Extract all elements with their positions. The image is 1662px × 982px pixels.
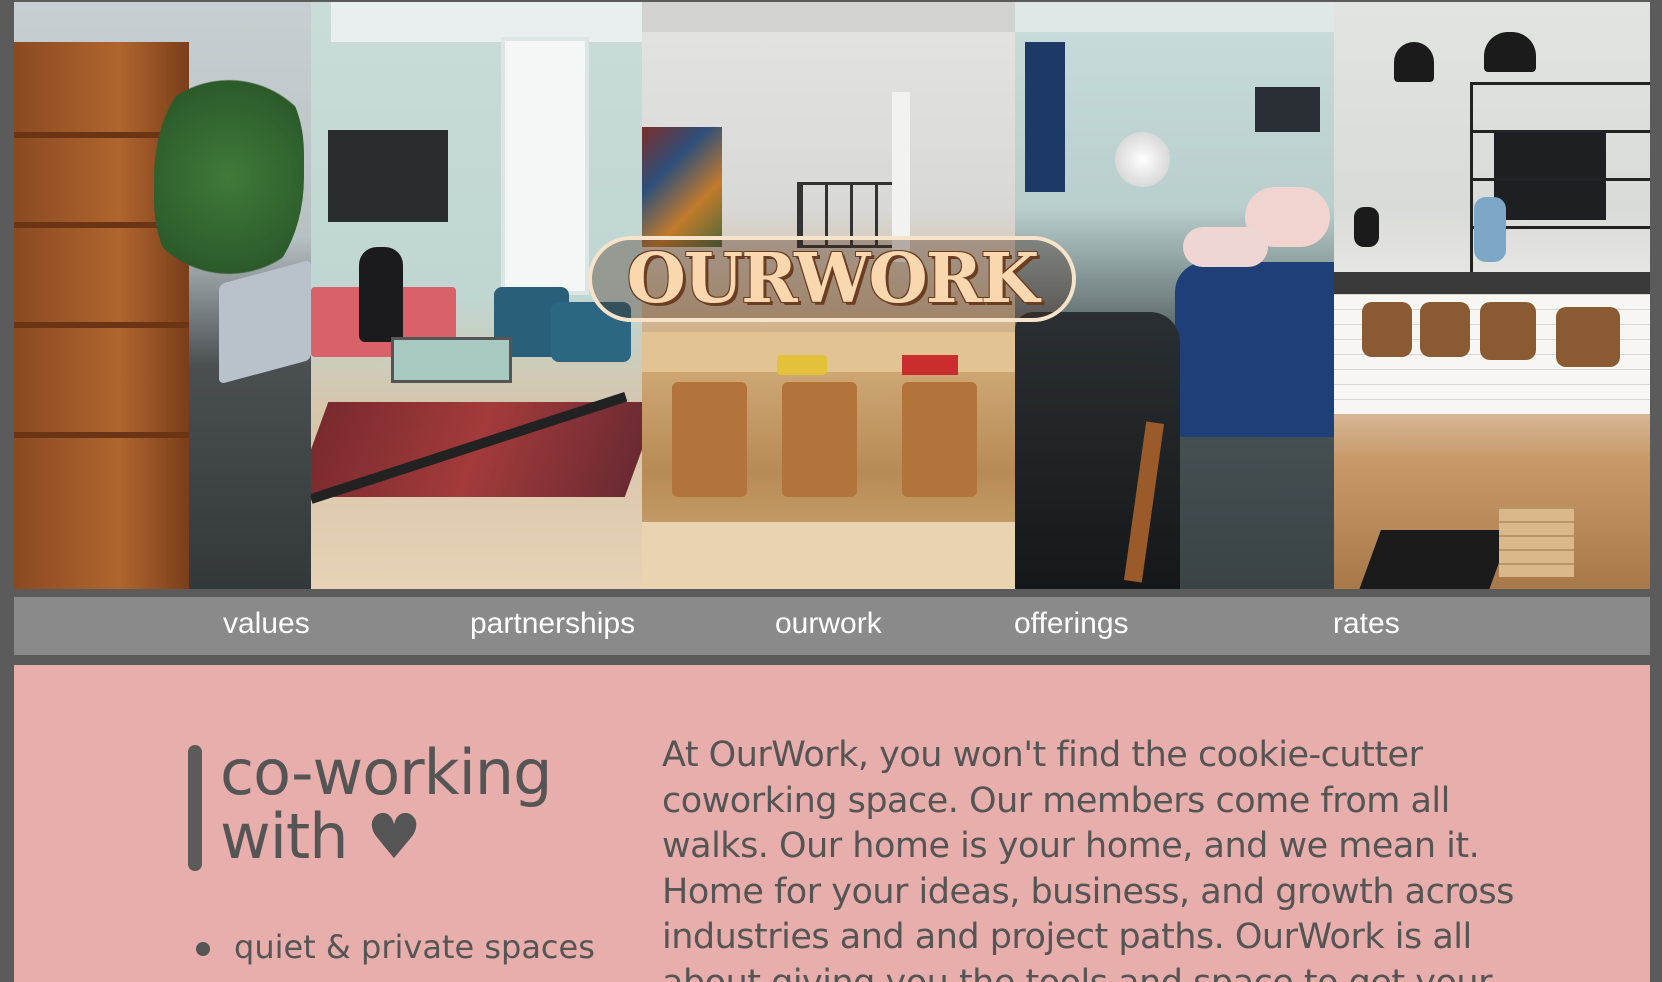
nav-link-partnerships[interactable]: partnerships: [470, 609, 635, 639]
chair: [672, 382, 747, 497]
hero-photo-lounge-shelves: [14, 2, 311, 589]
feature-list: quiet & private spaces: [196, 927, 595, 967]
glass-table: [391, 337, 512, 383]
nav-link-rates[interactable]: rates: [1333, 609, 1400, 639]
bar-counter-top: [1334, 272, 1650, 294]
blue-rug: [1175, 262, 1334, 437]
nav-link-ourwork[interactable]: ourwork: [775, 609, 882, 639]
heading-accent-bar: [188, 745, 202, 871]
main-nav: values partnerships ourwork offerings ra…: [14, 597, 1650, 655]
long-table: [642, 332, 1015, 372]
pendant-lamp: [1394, 42, 1434, 82]
wall-tv: [328, 130, 448, 222]
curtain: [1025, 42, 1065, 192]
heading-line-2: with ♥: [220, 800, 422, 873]
logo-text: OURWORK: [626, 239, 1040, 319]
intro-paragraph: At OurWork, you won't find the cookie-cu…: [662, 735, 1514, 982]
hero-photo-strip: OURWORK: [14, 2, 1650, 589]
intro-section: co-working with ♥ quiet & private spaces…: [14, 665, 1650, 982]
studio-lamp: [1115, 132, 1170, 187]
heading-line-1: co-working: [220, 736, 552, 809]
window: [501, 37, 589, 295]
mosaic-wall: [642, 127, 722, 247]
feature-item: quiet & private spaces: [196, 927, 595, 967]
plant: [154, 62, 304, 292]
barista: [1354, 207, 1379, 247]
bar-stool: [1362, 302, 1412, 357]
nav-link-values[interactable]: values: [223, 609, 310, 639]
jenga-tower: [1499, 507, 1574, 577]
nav-link-offerings[interactable]: offerings: [1014, 609, 1129, 639]
page-frame: OURWORK values partnerships ourwork offe…: [14, 0, 1650, 982]
section-heading: co-working with ♥: [220, 741, 552, 869]
hero-photo-coffee-bar: [1334, 2, 1650, 589]
tv: [1255, 87, 1320, 132]
ourwork-logo[interactable]: OURWORK: [588, 236, 1076, 322]
person: [359, 247, 403, 342]
